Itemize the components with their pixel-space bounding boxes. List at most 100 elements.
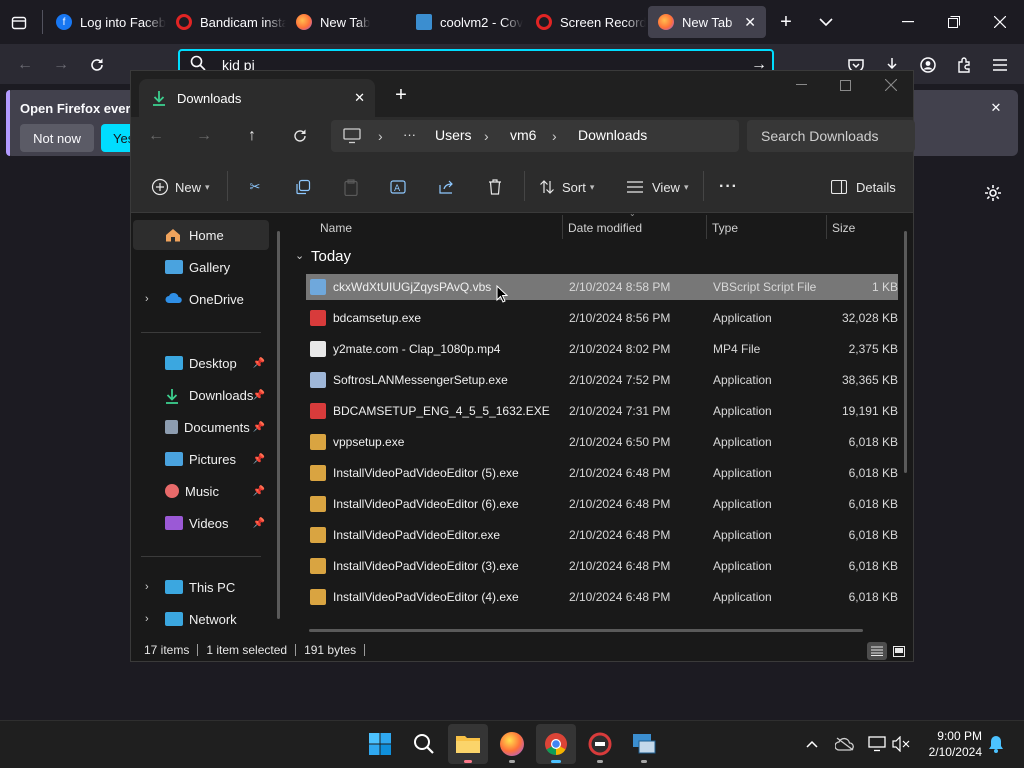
nav-item-onedrive[interactable]: › OneDrive	[133, 284, 269, 314]
pin-icon[interactable]: 📌	[253, 358, 265, 369]
search-downloads-input[interactable]: Search Downloads	[747, 120, 915, 152]
file-row[interactable]: InstallVideoPadVideoEditor (4).exe 2/10/2…	[306, 584, 898, 610]
pin-icon[interactable]: 📌	[253, 454, 265, 465]
sort-button[interactable]: Sort ▾	[536, 176, 594, 198]
file-row[interactable]: InstallVideoPadVideoEditor (6).exe 2/10/2…	[306, 491, 898, 517]
column-header-size[interactable]: Size	[832, 213, 855, 243]
onedrive-tray-icon[interactable]	[834, 734, 856, 754]
firefox-taskbar-icon[interactable]	[492, 724, 532, 764]
volume-muted-icon[interactable]	[890, 734, 912, 754]
pin-icon[interactable]: 📌	[253, 422, 265, 433]
file-row[interactable]: InstallVideoPadVideoEditor.exe 2/10/2024 …	[306, 522, 898, 548]
new-button[interactable]: New ▾	[149, 176, 210, 198]
expand-chevron-icon[interactable]: ›	[145, 581, 149, 593]
reload-icon[interactable]	[86, 54, 108, 76]
nav-item-pictures[interactable]: Pictures 📌	[133, 444, 269, 474]
new-tab-plus-icon[interactable]: +	[774, 10, 798, 34]
show-hidden-icons-chevron-icon[interactable]	[802, 734, 822, 754]
file-row[interactable]: InstallVideoPadVideoEditor (5).exe 2/10/2…	[306, 460, 898, 486]
firefox-view-icon[interactable]	[8, 12, 30, 34]
up-arrow-icon[interactable]: ↑	[241, 125, 263, 147]
more-options-button[interactable]: ···	[719, 176, 738, 198]
explorer-tab-downloads[interactable]: Downloads ✕	[139, 79, 375, 117]
expand-chevron-icon[interactable]: ›	[145, 613, 149, 625]
forward-arrow-icon[interactable]: →	[50, 54, 72, 76]
delete-trash-icon[interactable]	[484, 176, 506, 198]
nav-item-desktop[interactable]: Desktop 📌	[133, 348, 269, 378]
close-window-icon[interactable]	[988, 10, 1012, 34]
file-explorer-taskbar-icon[interactable]	[448, 724, 488, 764]
column-header-name[interactable]: Name	[320, 213, 352, 243]
bandicam-taskbar-icon[interactable]	[580, 724, 620, 764]
remote-desktop-taskbar-icon[interactable]	[624, 724, 664, 764]
cut-icon[interactable]: ✂	[244, 176, 266, 198]
file-row[interactable]: SoftrosLANMessengerSetup.exe 2/10/2024 7:…	[306, 367, 898, 393]
group-collapse-chevron-icon[interactable]: ⌄	[295, 249, 304, 262]
new-tab-plus-icon[interactable]: +	[391, 84, 411, 106]
nav-scrollbar[interactable]	[277, 231, 280, 619]
nav-item-network[interactable]: › Network	[133, 604, 269, 634]
large-icons-view-icon[interactable]	[889, 642, 909, 660]
minimize-icon[interactable]	[896, 10, 920, 34]
rename-icon[interactable]: A	[388, 176, 410, 198]
not-now-button[interactable]: Not now	[20, 124, 94, 152]
nav-item-music[interactable]: Music 📌	[133, 476, 269, 506]
tab-new-tab-active[interactable]: New Tab ✕	[648, 6, 766, 38]
file-row[interactable]: vppsetup.exe 2/10/2024 6:50 PM Application…	[306, 429, 898, 455]
breadcrumb-vm6[interactable]: vm6	[510, 127, 536, 143]
refresh-icon[interactable]	[289, 125, 311, 147]
menu-hamburger-icon[interactable]	[988, 54, 1012, 76]
notification-bell-icon[interactable]	[986, 734, 1006, 754]
column-divider[interactable]	[706, 215, 707, 239]
file-list-horizontal-scrollbar[interactable]	[309, 629, 863, 632]
account-icon[interactable]	[916, 54, 940, 76]
close-notification-icon[interactable]: ✕	[986, 98, 1006, 118]
nav-item-videos[interactable]: Videos 📌	[133, 508, 269, 538]
list-all-tabs-chevron-icon[interactable]	[814, 10, 838, 34]
taskbar-search-icon[interactable]	[404, 724, 444, 764]
back-arrow-icon[interactable]: ←	[14, 54, 36, 76]
file-row[interactable]: ckxWdXtUIUGjZqysPAvQ.vbs 2/10/2024 8:58 P…	[306, 274, 898, 300]
clock-time[interactable]: 9:00 PM	[918, 729, 982, 743]
chrome-taskbar-icon[interactable]	[536, 724, 576, 764]
paste-icon[interactable]	[340, 176, 362, 198]
breadcrumb-downloads[interactable]: Downloads	[578, 127, 647, 143]
tab-bandicam[interactable]: Bandicam installer	[166, 6, 286, 38]
nav-item-this-pc[interactable]: › This PC	[133, 572, 269, 602]
nav-item-documents[interactable]: Documents 📌	[133, 412, 269, 442]
share-icon[interactable]	[436, 176, 458, 198]
expand-chevron-icon[interactable]: ›	[145, 293, 149, 305]
breadcrumb-users[interactable]: Users	[435, 127, 472, 143]
file-row[interactable]: BDCAMSETUP_ENG_4_5_5_1632.EXE 2/10/2024 7…	[306, 398, 898, 424]
restore-icon[interactable]	[942, 10, 966, 34]
column-header-type[interactable]: Type	[712, 213, 738, 243]
file-list-vertical-scrollbar[interactable]	[904, 231, 907, 473]
network-tray-icon[interactable]	[866, 734, 888, 754]
start-windows-icon[interactable]	[360, 724, 400, 764]
tab-coolvm2[interactable]: coolvm2 - Cov	[406, 6, 526, 38]
breadcrumb-more[interactable]: ···	[403, 127, 416, 142]
column-header-date-modified[interactable]: Date modified	[568, 213, 642, 243]
copy-icon[interactable]	[292, 176, 314, 198]
clock-date[interactable]: 2/10/2024	[918, 745, 982, 759]
file-row[interactable]: InstallVideoPadVideoEditor (3).exe 2/10/2…	[306, 553, 898, 579]
back-arrow-icon[interactable]: ←	[145, 125, 167, 147]
nav-item-downloads[interactable]: Downloads 📌	[133, 380, 269, 410]
file-row[interactable]: y2mate.com - Clap_1080p.mp4 2/10/2024 8:0…	[306, 336, 898, 362]
column-divider[interactable]	[562, 215, 563, 239]
details-view-icon[interactable]	[867, 642, 887, 660]
nav-item-gallery[interactable]: Gallery	[133, 252, 269, 282]
close-tab-icon[interactable]: ✕	[744, 14, 756, 31]
close-tab-icon[interactable]: ✕	[354, 90, 365, 106]
tab-screen-recorder[interactable]: Screen Recorder	[526, 6, 646, 38]
explorer-close-icon[interactable]	[879, 75, 903, 95]
extensions-icon[interactable]	[952, 54, 976, 76]
explorer-minimize-icon[interactable]	[789, 75, 813, 95]
pin-icon[interactable]: 📌	[253, 518, 265, 529]
details-pane-button[interactable]: Details	[828, 176, 896, 198]
column-divider[interactable]	[826, 215, 827, 239]
tab-new-tab-1[interactable]: New Tab	[286, 6, 406, 38]
settings-gear-icon[interactable]	[982, 182, 1004, 204]
file-row[interactable]: bdcamsetup.exe 2/10/2024 8:56 PM Applicati…	[306, 305, 898, 331]
pin-icon[interactable]: 📌	[253, 486, 265, 497]
